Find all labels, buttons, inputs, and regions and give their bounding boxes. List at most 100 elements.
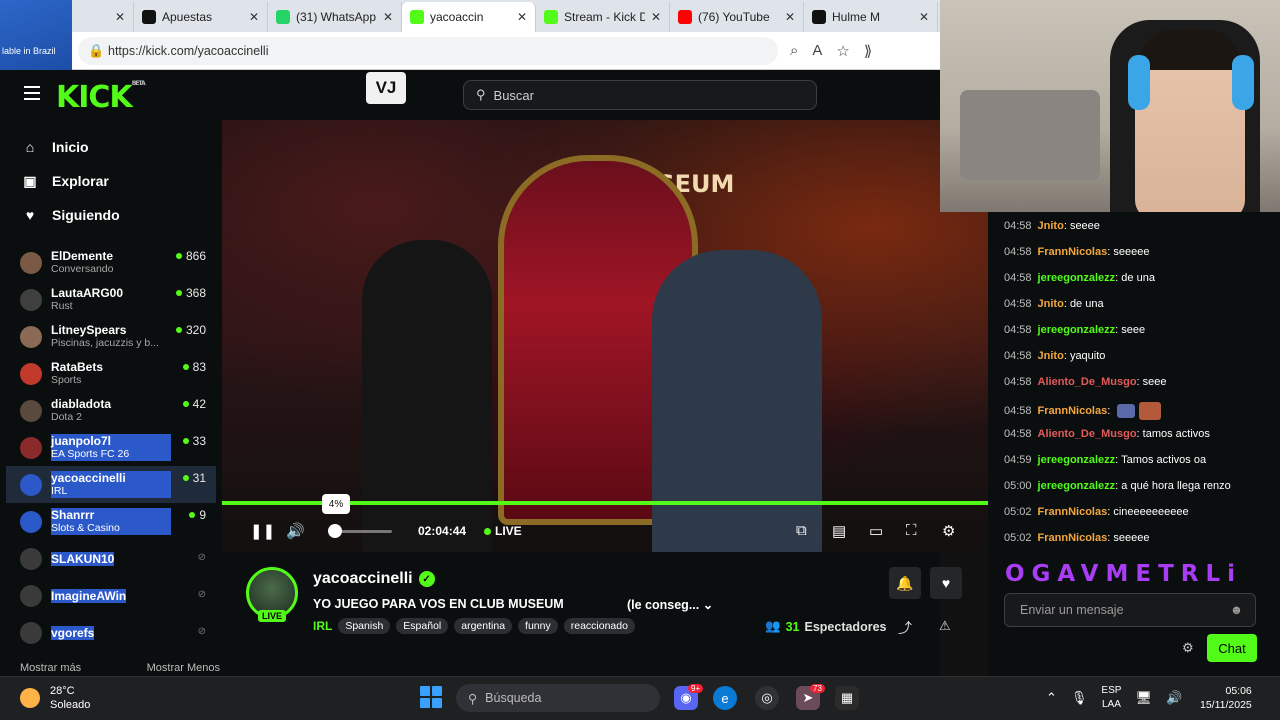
- microphone-icon[interactable]: 🎙: [1071, 690, 1088, 706]
- language-indicator[interactable]: ESP LAA: [1101, 684, 1121, 712]
- stream-tag[interactable]: Español: [396, 618, 449, 634]
- zoom-icon[interactable]: ⌕: [790, 42, 798, 60]
- pause-icon[interactable]: ❚❚: [250, 522, 275, 540]
- menu-icon[interactable]: [24, 86, 40, 100]
- sidebar-item-explorar[interactable]: ▣ Explorar: [6, 164, 216, 198]
- chrome-icon[interactable]: ◎: [755, 686, 779, 710]
- message-user[interactable]: Jnito: [1038, 298, 1064, 310]
- video-player[interactable]: MUSEUM: [222, 120, 988, 552]
- followed-channel[interactable]: diabladota Dota 2 42: [6, 392, 216, 429]
- stream-tag[interactable]: Spanish: [338, 618, 391, 634]
- message-user[interactable]: Jnito: [1038, 220, 1064, 232]
- chat-message[interactable]: 04:58 FrannNicolas: seeeee: [1004, 246, 1149, 258]
- sidebar-item-inicio[interactable]: ⌂ Inicio: [6, 130, 216, 164]
- followed-channel[interactable]: Shanrrr Slots & Casino 9: [6, 503, 216, 540]
- stream-tag[interactable]: reaccionado: [563, 618, 635, 634]
- vj-extension-button[interactable]: VJ: [366, 72, 406, 104]
- emoji-icon[interactable]: ☻: [1230, 603, 1243, 617]
- clip-icon[interactable]: ▤: [832, 522, 846, 540]
- report-icon[interactable]: ⚠: [939, 618, 951, 634]
- chat-message[interactable]: 04:58 FrannNicolas:: [1004, 402, 1162, 420]
- followed-channel[interactable]: LautaARG00 Rust 368: [6, 281, 216, 318]
- miniplayer-icon[interactable]: ⧉: [796, 522, 807, 539]
- close-icon[interactable]: ✕: [785, 10, 795, 24]
- message-user[interactable]: Aliento_De_Musgo: [1038, 376, 1137, 388]
- edge-icon[interactable]: e: [713, 686, 737, 710]
- favorite-star-icon[interactable]: ☆: [836, 42, 849, 60]
- chat-message[interactable]: 04:58 Aliento_De_Musgo: tamos activos: [1004, 428, 1210, 440]
- followed-channel[interactable]: SLAKUN10 ⊘: [6, 540, 216, 577]
- fullscreen-icon[interactable]: ⛶: [906, 522, 917, 539]
- chat-message[interactable]: 04:58 jereegonzalezz: de una: [1004, 272, 1155, 284]
- close-icon[interactable]: ✕: [517, 10, 527, 24]
- followed-channel[interactable]: yacoaccinelli IRL 31: [6, 466, 216, 503]
- search-input[interactable]: ⚲ Buscar: [463, 80, 817, 110]
- app-icon[interactable]: ▦: [835, 686, 859, 710]
- read-aloud-icon[interactable]: A: [812, 42, 822, 60]
- browser-tab[interactable]: Apuestas ✕: [134, 2, 268, 32]
- chevron-up-icon[interactable]: ⌃: [1046, 690, 1057, 706]
- message-user[interactable]: Jnito: [1038, 350, 1064, 362]
- browser-tab[interactable]: (76) YouTube ✕: [670, 2, 804, 32]
- network-icon[interactable]: 🖥: [1135, 690, 1152, 706]
- chat-message[interactable]: 05:00 jereegonzalezz: a qué hora llega re…: [1004, 480, 1231, 492]
- chat-message[interactable]: 04:59 jereegonzalezz: Tamos activos oa: [1004, 454, 1206, 466]
- settings-gear-icon[interactable]: ⚙: [942, 522, 955, 540]
- volume-icon[interactable]: 🔊: [286, 522, 305, 540]
- weather-widget[interactable]: 28°C Soleado: [20, 684, 90, 712]
- notification-bell-button[interactable]: 🔔: [889, 567, 921, 599]
- followed-channel[interactable]: ImagineAWin ⊘: [6, 577, 216, 614]
- message-user[interactable]: FrannNicolas: [1038, 246, 1108, 258]
- show-more-button[interactable]: Mostrar más: [20, 662, 81, 674]
- browser-tab[interactable]: yacoaccin ✕: [402, 2, 536, 32]
- browser-tab[interactable]: (31) WhatsApp ✕: [268, 2, 402, 32]
- speaker-icon[interactable]: 🔊: [1166, 690, 1182, 706]
- browser-tab[interactable]: Hulme M ✕: [804, 2, 938, 32]
- extension-icon[interactable]: ⟫: [864, 42, 872, 60]
- chat-message[interactable]: 04:58 Jnito: seeee: [1004, 220, 1100, 232]
- followed-channel[interactable]: vgorefs ⊘: [6, 614, 216, 651]
- chat-message[interactable]: 04:58 jereegonzalezz: seee: [1004, 324, 1145, 336]
- chat-message[interactable]: 05:02 FrannNicolas: cineeeeeeeeee: [1004, 506, 1189, 518]
- message-user[interactable]: jereegonzalezz: [1038, 480, 1116, 492]
- message-user[interactable]: Aliento_De_Musgo: [1038, 428, 1137, 440]
- followed-channel[interactable]: LitneySpears Piscinas, jacuzzis y b... 320: [6, 318, 216, 355]
- stream-tag[interactable]: funny: [518, 618, 558, 634]
- chat-message[interactable]: 04:58 Jnito: yaquito: [1004, 350, 1105, 362]
- close-icon[interactable]: ✕: [249, 10, 259, 24]
- chat-message[interactable]: 05:02 FrannNicolas: seeeee: [1004, 532, 1149, 544]
- close-icon[interactable]: ✕: [651, 10, 661, 24]
- followed-channel[interactable]: RataBets Sports 83: [6, 355, 216, 392]
- close-icon[interactable]: ✕: [919, 10, 929, 24]
- chat-message[interactable]: 04:58 Jnito: de una: [1004, 298, 1104, 310]
- category-link[interactable]: IRL: [313, 619, 332, 633]
- follow-button[interactable]: ♥: [930, 567, 962, 599]
- message-user[interactable]: jereegonzalezz: [1038, 324, 1116, 336]
- theater-mode-icon[interactable]: ▭: [869, 522, 883, 540]
- taskbar-search[interactable]: ⚲ Búsqueda: [456, 684, 660, 712]
- live-indicator[interactable]: LIVE: [484, 524, 522, 538]
- followed-channel[interactable]: juanpolo7l EA Sports FC 26 33: [6, 429, 216, 466]
- chat-send-button[interactable]: Chat: [1207, 634, 1257, 662]
- show-less-button[interactable]: Mostrar Menos: [147, 662, 220, 674]
- sidebar-item-siguiendo[interactable]: ♥ Siguiendo: [6, 198, 216, 232]
- windows-start-icon[interactable]: [420, 686, 442, 708]
- message-user[interactable]: FrannNicolas: [1038, 506, 1108, 518]
- chat-input[interactable]: Enviar un mensaje ☻: [1004, 593, 1256, 627]
- chat-message[interactable]: 04:58 Aliento_De_Musgo: seee: [1004, 376, 1167, 388]
- volume-knob[interactable]: [328, 524, 342, 538]
- message-user[interactable]: jereegonzalezz: [1038, 454, 1116, 466]
- stream-title-expand[interactable]: (le conseg... ⌄: [627, 597, 713, 612]
- clock[interactable]: 05:06 15/11/2025: [1200, 684, 1252, 712]
- chat-settings-icon[interactable]: ⚙: [1182, 640, 1194, 656]
- message-user[interactable]: FrannNicolas: [1038, 405, 1108, 417]
- close-icon[interactable]: ✕: [383, 10, 393, 24]
- kick-logo[interactable]: KICKBETA: [56, 80, 146, 115]
- url-field[interactable]: 🔒 https://kick.com/yacoaccinelli: [78, 36, 778, 65]
- message-user[interactable]: jereegonzalezz: [1038, 272, 1116, 284]
- browser-tab[interactable]: Stream - Kick D ✕: [536, 2, 670, 32]
- message-user[interactable]: FrannNicolas: [1038, 532, 1108, 544]
- share-icon[interactable]: ⤴: [898, 618, 912, 638]
- close-icon[interactable]: ✕: [115, 10, 125, 24]
- stream-tag[interactable]: argentina: [454, 618, 513, 634]
